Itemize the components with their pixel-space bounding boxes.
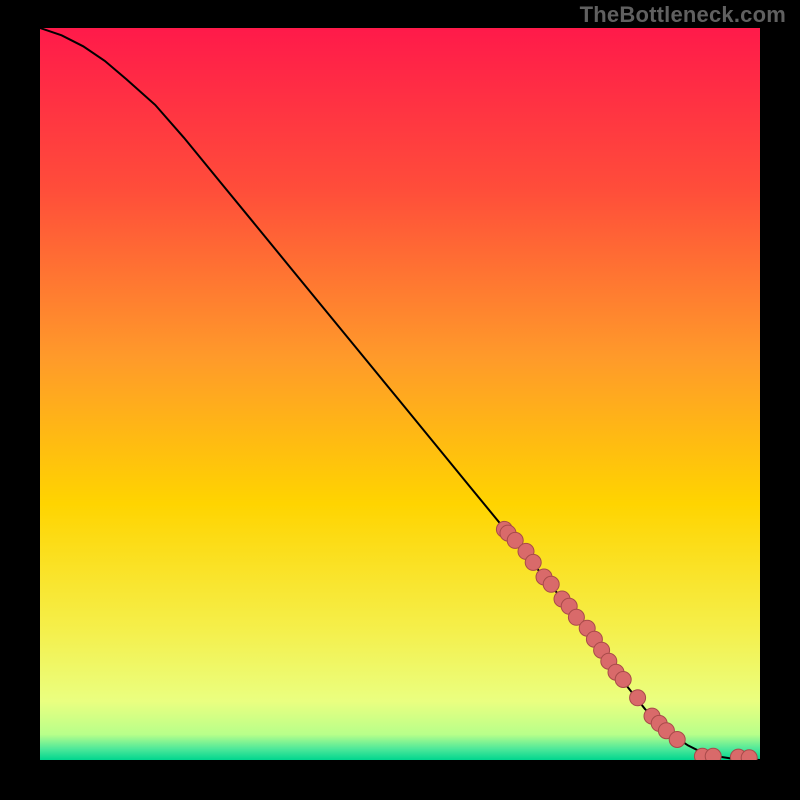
plot-area (40, 28, 760, 760)
gradient-background (40, 28, 760, 760)
chart-svg (40, 28, 760, 760)
scatter-marker (669, 732, 685, 748)
chart-container: { "watermark": "TheBottleneck.com", "col… (0, 0, 800, 800)
scatter-marker (615, 672, 631, 688)
scatter-marker (705, 748, 721, 760)
scatter-marker (543, 576, 559, 592)
scatter-marker (630, 690, 646, 706)
watermark-text: TheBottleneck.com (580, 2, 786, 28)
scatter-marker (525, 554, 541, 570)
